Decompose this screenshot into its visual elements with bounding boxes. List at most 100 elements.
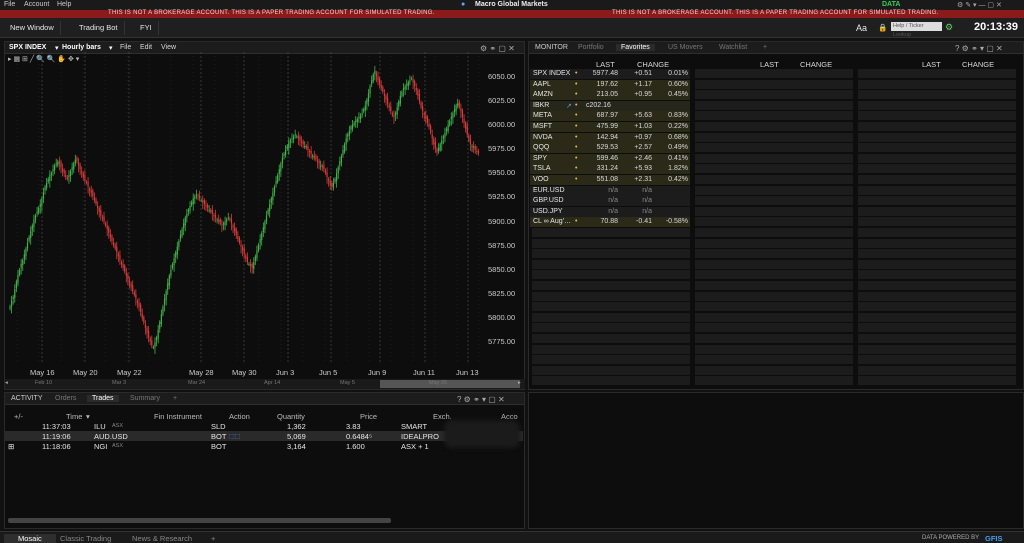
scroll-left-icon[interactable]: ◂ bbox=[5, 380, 8, 386]
tab-news-research[interactable]: News & Research bbox=[132, 534, 192, 543]
trading-bot-button[interactable]: Trading Bot bbox=[73, 21, 125, 35]
gfis-logo: GFIS bbox=[985, 534, 1003, 543]
candle-body bbox=[450, 117, 452, 120]
trade-price: 0.6484⁵ bbox=[346, 432, 373, 441]
candle-body bbox=[391, 113, 393, 116]
col-quantity[interactable]: Quantity bbox=[277, 412, 305, 421]
col-action[interactable]: Action bbox=[229, 412, 250, 421]
font-size-button[interactable]: Aa bbox=[850, 21, 873, 35]
expand-icon[interactable]: ⊞ bbox=[8, 442, 14, 451]
candle-body bbox=[463, 119, 465, 123]
x-tick-label: May 20 bbox=[73, 368, 98, 377]
trade-exchange-sub: ASX bbox=[112, 423, 124, 429]
candle-body bbox=[42, 192, 45, 199]
candle-body bbox=[465, 122, 467, 129]
menu-file[interactable]: File bbox=[4, 1, 15, 8]
status-dot-icon: • bbox=[575, 101, 578, 109]
panel-controls-icon[interactable]: ⚙ ⚭ ▢ ✕ bbox=[480, 44, 515, 53]
monitor-row[interactable]: USD.JPY n/a n/a bbox=[530, 206, 690, 217]
monitor-row[interactable]: AMZN • 213.05 +0.95 0.45% bbox=[530, 90, 690, 101]
chart-menu-view[interactable]: View bbox=[161, 44, 176, 51]
panel-controls-icon[interactable]: ? ⚙ ⚭ ▾ ▢ ✕ bbox=[955, 44, 1003, 53]
add-layout-button[interactable]: + bbox=[211, 534, 215, 543]
panel-controls-icon[interactable]: ? ⚙ ⚭ ▾ ▢ ✕ bbox=[457, 395, 505, 404]
tab-favorites[interactable]: Favorites bbox=[616, 44, 655, 51]
tab-portfolio[interactable]: Portfolio bbox=[578, 44, 604, 51]
candle-body bbox=[343, 144, 346, 152]
link-icon[interactable]: ⚙ bbox=[945, 22, 953, 33]
chart-symbol[interactable]: SPX INDEX bbox=[9, 44, 46, 51]
candle-body bbox=[390, 106, 392, 112]
ticker-lookup-input[interactable]: Help / Ticker Lookup bbox=[891, 22, 942, 38]
window-controls[interactable]: ⚙ ✎ ▾ — ▢ ✕ bbox=[957, 1, 1002, 9]
row-last: 213.05 bbox=[596, 91, 618, 99]
add-tab-button[interactable]: + bbox=[763, 44, 767, 51]
interval-dropdown-icon[interactable]: ▾ bbox=[109, 44, 113, 52]
monitor-row[interactable]: NVDA • 142.94 +0.97 0.68% bbox=[530, 132, 690, 143]
empty-cell bbox=[858, 238, 1016, 248]
scroll-right-icon[interactable]: ▸ bbox=[518, 380, 521, 386]
tab-classic-trading[interactable]: Classic Trading bbox=[60, 534, 111, 543]
candle-body bbox=[184, 217, 186, 226]
candle-body bbox=[423, 113, 425, 116]
monitor-row[interactable]: MSFT • 475.99 +1.03 0.22% bbox=[530, 122, 690, 132]
menu-account[interactable]: Account bbox=[24, 1, 49, 8]
row-last: 687.97 bbox=[596, 112, 618, 120]
monitor-row[interactable]: SPX INDEX • 5977.48 +0.51 0.01% bbox=[530, 69, 690, 79]
candle-body bbox=[25, 248, 27, 257]
candle-body bbox=[369, 86, 371, 94]
add-tab-button[interactable]: + bbox=[173, 395, 177, 402]
empty-cell bbox=[858, 291, 1016, 301]
tab-summary[interactable]: Summary bbox=[130, 395, 160, 402]
candle-body bbox=[353, 122, 355, 125]
candle-body bbox=[195, 194, 198, 196]
candle-body bbox=[340, 155, 342, 163]
candle-body bbox=[152, 347, 154, 349]
monitor-row[interactable]: GBP.USD n/a n/a bbox=[530, 196, 690, 207]
tab-orders[interactable]: Orders bbox=[55, 395, 76, 402]
navigator-thumb[interactable] bbox=[380, 380, 520, 388]
tab-us-movers[interactable]: US Movers bbox=[668, 44, 703, 51]
menu-help[interactable]: Help bbox=[57, 1, 71, 8]
row-change: +0.51 bbox=[634, 70, 652, 77]
monitor-row[interactable]: META • 687.97 +5.63 0.83% bbox=[530, 111, 690, 122]
candle-body bbox=[358, 117, 360, 119]
chart-interval[interactable]: Hourly bars bbox=[62, 44, 101, 51]
tab-watchlist[interactable]: Watchlist bbox=[719, 44, 747, 51]
monitor-row[interactable]: CL ∞ Aug'… • 70.88 -0.41 -0.58% bbox=[530, 217, 690, 228]
monitor-row[interactable]: QQQ • 529.53 +2.57 0.49% bbox=[530, 143, 690, 154]
monitor-row[interactable]: AAPL • 197.62 +1.17 0.60% bbox=[530, 79, 690, 90]
tab-trades[interactable]: Trades bbox=[87, 395, 119, 402]
candle-body bbox=[251, 264, 253, 268]
col-time[interactable]: Time bbox=[66, 412, 82, 421]
tab-activity[interactable]: ACTIVITY bbox=[11, 395, 43, 402]
chart-navigator[interactable]: ◂ ▸ Feb 10 Mar 3 Mar 24 Apr 14 May 5 May 26 bbox=[5, 379, 525, 389]
col-instrument[interactable]: Fin Instrument bbox=[154, 412, 202, 421]
monitor-row[interactable]: TSLA • 331.24 +5.93 1.82% bbox=[530, 164, 690, 175]
candle-body bbox=[409, 80, 411, 83]
col-plusminus[interactable]: +/- bbox=[14, 412, 23, 421]
fyi-button[interactable]: FYI bbox=[134, 21, 159, 35]
row-change: +0.95 bbox=[634, 91, 652, 99]
chart-menu-edit[interactable]: Edit bbox=[140, 44, 152, 51]
monitor-row[interactable]: SPY • 599.46 +2.46 0.41% bbox=[530, 153, 690, 164]
candle-body bbox=[469, 139, 472, 145]
sort-desc-icon[interactable]: ▾ bbox=[86, 412, 90, 421]
candle-body bbox=[386, 97, 389, 104]
monitor-row[interactable]: VOO • 551.08 +2.31 0.42% bbox=[530, 175, 690, 185]
tab-monitor[interactable]: MONITOR bbox=[535, 44, 568, 51]
chart-menu-file[interactable]: File bbox=[120, 44, 131, 51]
tab-mosaic[interactable]: Mosaic bbox=[4, 534, 56, 543]
dropdown-icon[interactable]: ▾ bbox=[55, 44, 59, 52]
col-price[interactable]: Price bbox=[360, 412, 377, 421]
monitor-row[interactable]: IBKR • c202.16 ↗ bbox=[530, 100, 690, 111]
candle-body bbox=[197, 195, 199, 197]
candle-body bbox=[339, 161, 341, 166]
candle-body bbox=[418, 93, 421, 102]
new-window-button[interactable]: New Window bbox=[4, 21, 61, 35]
candle-body bbox=[54, 165, 56, 171]
monitor-row[interactable]: EUR.USD n/a n/a bbox=[530, 185, 690, 196]
horizontal-scrollbar[interactable] bbox=[8, 518, 391, 523]
candle-body bbox=[444, 132, 446, 138]
price-chart[interactable] bbox=[5, 52, 485, 378]
